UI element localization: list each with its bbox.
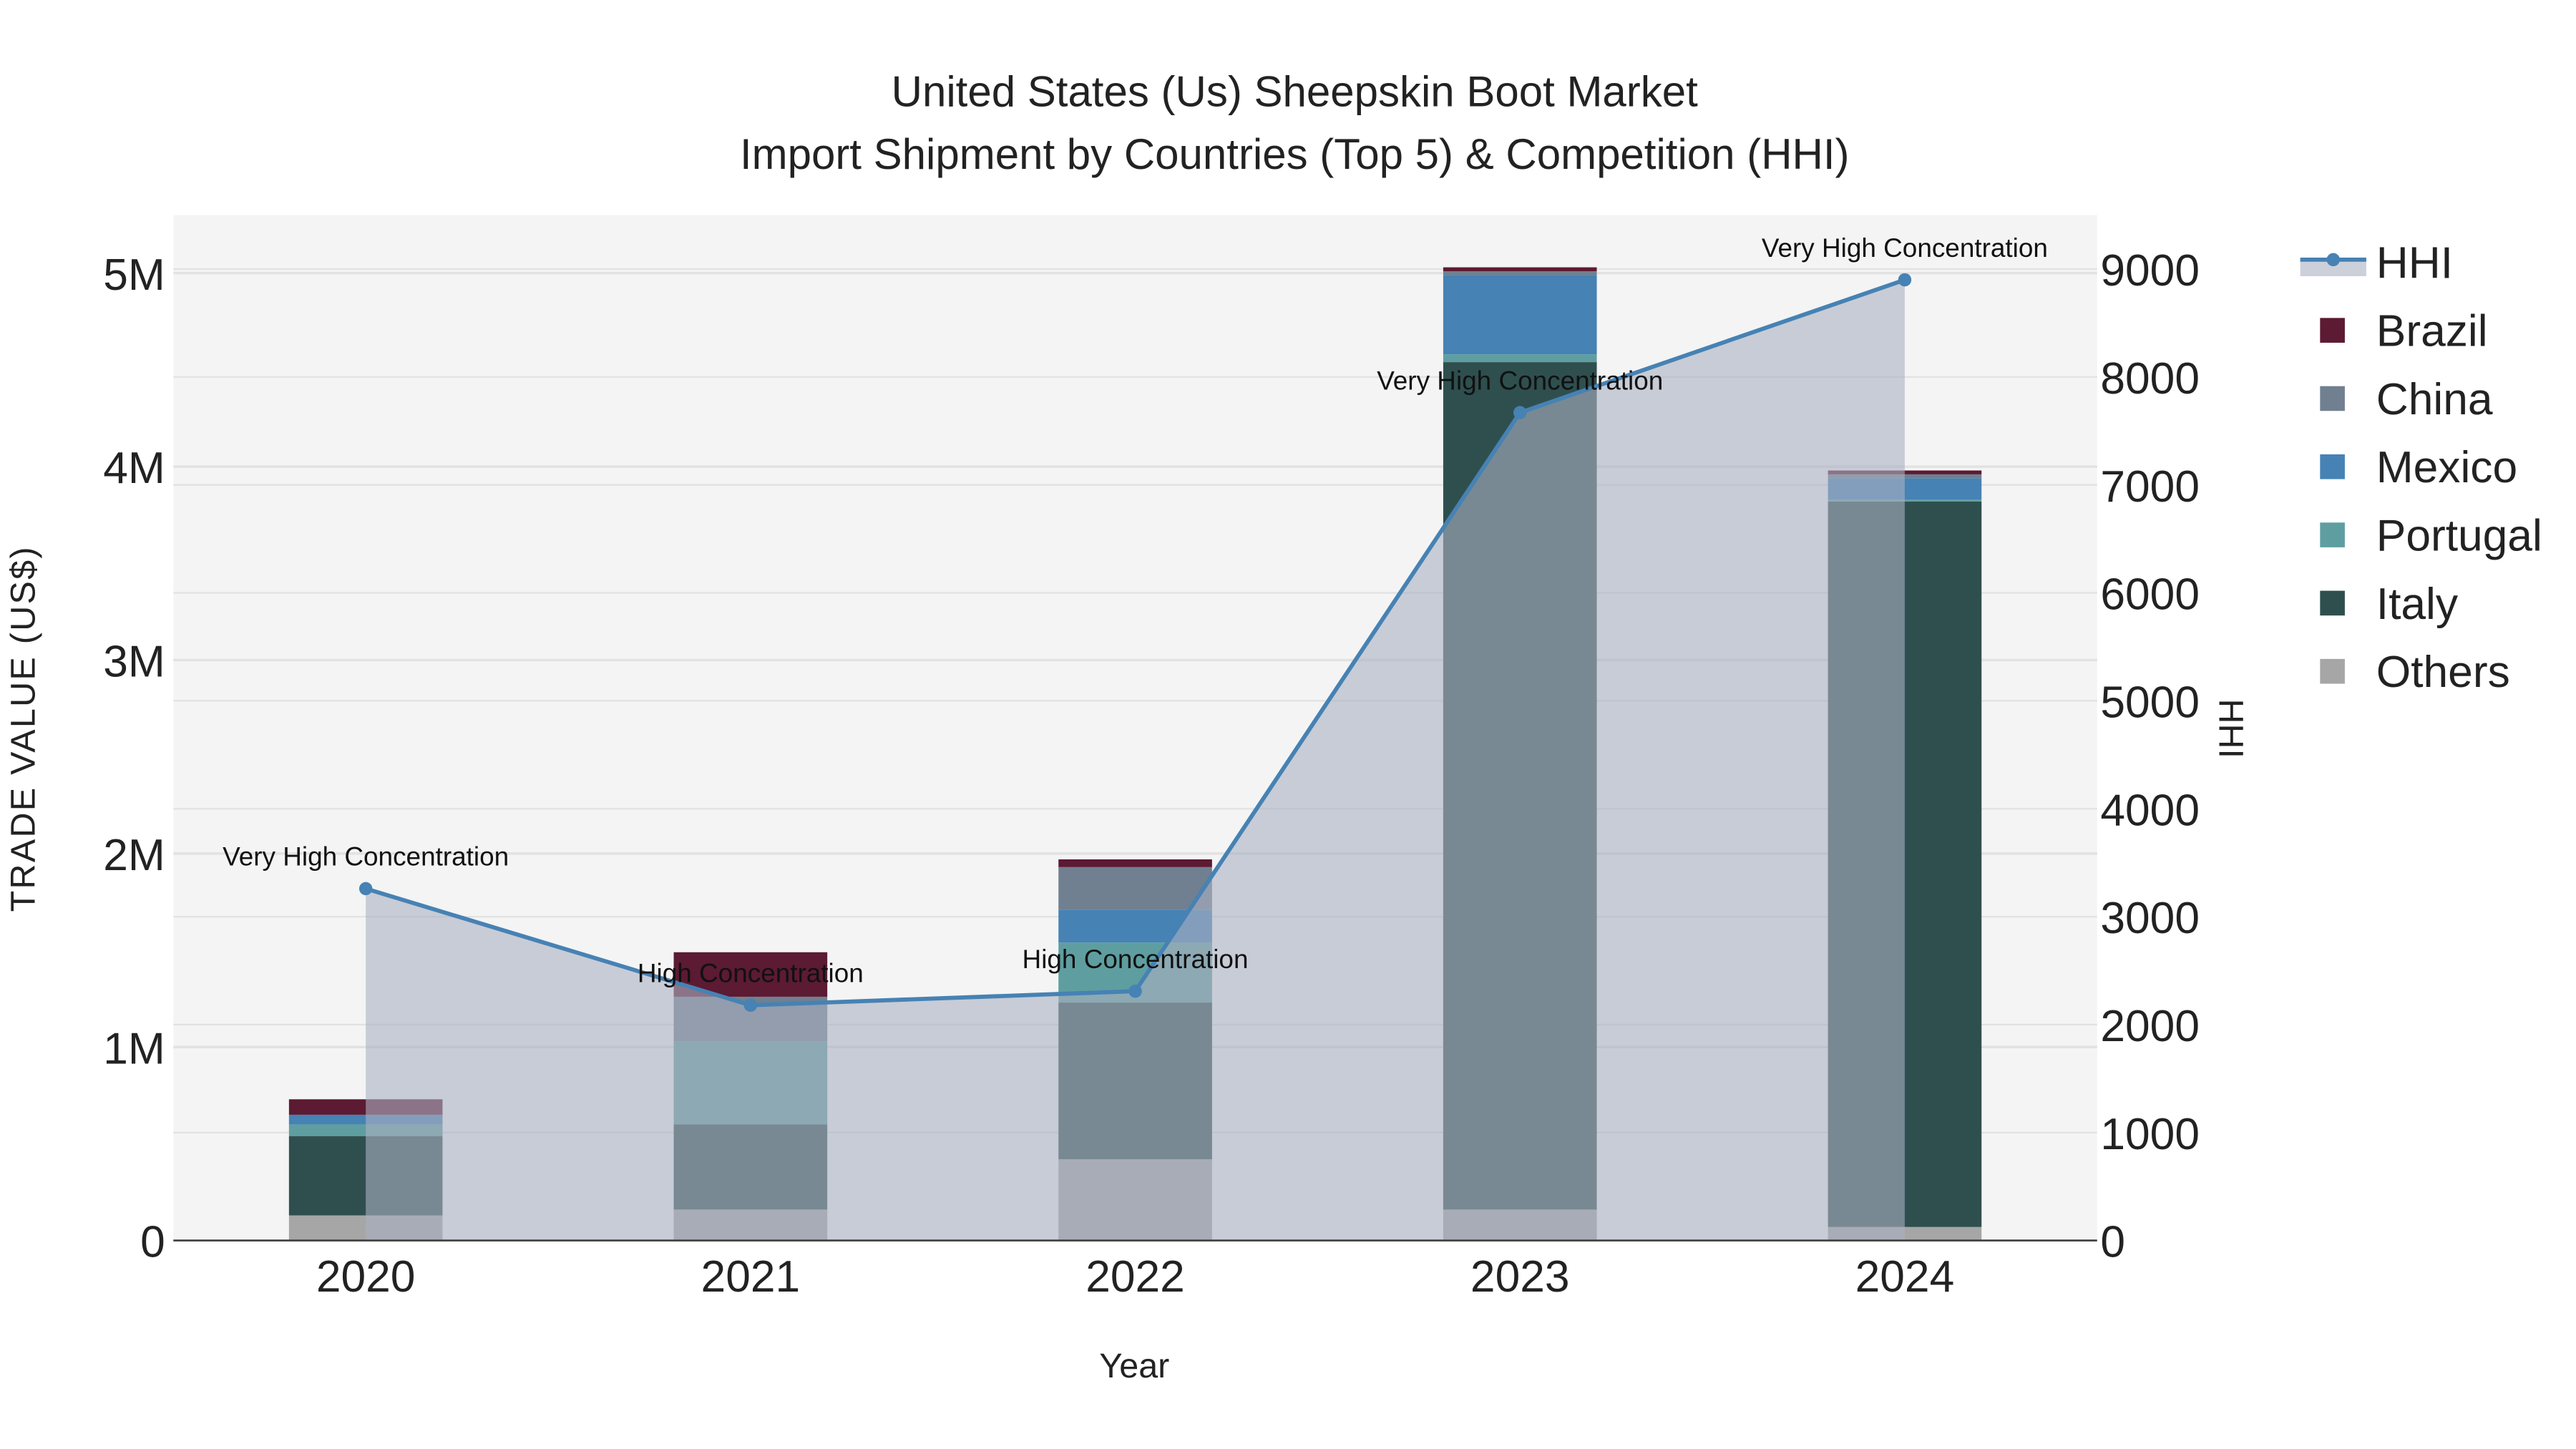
bar-brazil-2022[interactable] bbox=[1058, 859, 1212, 867]
chart: Very High Concentration High Concentratio… bbox=[4, 67, 2542, 1385]
legend-label: China bbox=[2376, 375, 2493, 424]
y-axis-label: TRADE VALUE (US$) bbox=[4, 545, 42, 912]
legend-item-mexico[interactable]: Mexico bbox=[2320, 443, 2517, 492]
legend: HHI Brazil China Mexico Portugal Italy Others bbox=[2300, 238, 2542, 697]
x-tick-label: 2022 bbox=[1085, 1252, 1185, 1302]
x-tick-label: 2020 bbox=[316, 1252, 416, 1302]
y2-tick-label: 8000 bbox=[2100, 354, 2200, 404]
y2-tick-label: 2000 bbox=[2100, 1002, 2200, 1051]
hhi-legend-marker bbox=[2326, 253, 2340, 267]
legend-swatch bbox=[2320, 318, 2345, 343]
hhi-annotation: Very High Concentration bbox=[1762, 233, 2048, 263]
y-tick-label: 4M bbox=[103, 444, 165, 493]
legend-label: Mexico bbox=[2376, 443, 2517, 492]
x-axis-label: Year bbox=[1099, 1347, 1169, 1385]
x-tick-label: 2021 bbox=[701, 1252, 801, 1302]
legend-swatch bbox=[2320, 454, 2345, 479]
y2-tick-label: 1000 bbox=[2100, 1110, 2200, 1159]
y2-tick-label: 3000 bbox=[2100, 894, 2200, 943]
legend-label: Brazil bbox=[2376, 307, 2488, 356]
bar-china-2022[interactable] bbox=[1058, 867, 1212, 910]
legend-item-italy[interactable]: Italy bbox=[2320, 580, 2459, 629]
legend-swatch bbox=[2320, 522, 2345, 547]
legend-swatch bbox=[2320, 658, 2345, 684]
bar-mexico-2023[interactable] bbox=[1443, 275, 1597, 355]
x-tick-label: 2024 bbox=[1855, 1252, 1955, 1302]
y2-tick-label: 0 bbox=[2100, 1218, 2125, 1267]
x-tick-label: 2023 bbox=[1470, 1252, 1570, 1302]
legend-label: HHI bbox=[2376, 238, 2453, 288]
hhi-annotation: High Concentration bbox=[638, 958, 864, 987]
legend-label: Italy bbox=[2376, 580, 2459, 629]
y-tick-label: 0 bbox=[140, 1218, 165, 1267]
legend-item-others[interactable]: Others bbox=[2320, 648, 2510, 697]
hhi-point-2021[interactable] bbox=[743, 998, 758, 1013]
bar-portugal-2023[interactable] bbox=[1443, 354, 1597, 363]
bar-brazil-2023[interactable] bbox=[1443, 267, 1597, 271]
chart-title: United States (Us) Sheepskin Boot Market bbox=[892, 67, 1698, 115]
legend-item-hhi[interactable]: HHI bbox=[2300, 238, 2453, 288]
hhi-annotation: High Concentration bbox=[1023, 945, 1249, 974]
y-tick-label: 1M bbox=[103, 1024, 165, 1073]
hhi-point-2023[interactable] bbox=[1513, 406, 1527, 419]
y2-axis-label: HHI bbox=[2212, 699, 2250, 758]
y2-tick-label: 7000 bbox=[2100, 462, 2200, 512]
hhi-point-2022[interactable] bbox=[1128, 984, 1142, 998]
legend-label: Portugal bbox=[2376, 512, 2542, 561]
legend-swatch bbox=[2320, 386, 2345, 411]
legend-item-portugal[interactable]: Portugal bbox=[2320, 512, 2542, 561]
hhi-point-2020[interactable] bbox=[358, 882, 373, 896]
legend-item-china[interactable]: China bbox=[2320, 375, 2493, 424]
bar-china-2023[interactable] bbox=[1443, 270, 1597, 275]
legend-swatch bbox=[2320, 590, 2345, 616]
hhi-annotation: Very High Concentration bbox=[223, 842, 509, 872]
y-tick-label: 5M bbox=[103, 250, 165, 300]
legend-item-brazil[interactable]: Brazil bbox=[2320, 307, 2488, 356]
chart-subtitle: Import Shipment by Countries (Top 5) & C… bbox=[740, 130, 1850, 178]
legend-label: Others bbox=[2376, 648, 2510, 697]
y2-tick-label: 9000 bbox=[2100, 246, 2200, 296]
y2-tick-label: 6000 bbox=[2100, 570, 2200, 620]
y2-tick-label: 5000 bbox=[2100, 678, 2200, 727]
y-tick-label: 2M bbox=[103, 831, 165, 880]
hhi-point-2024[interactable] bbox=[1898, 273, 1912, 287]
hhi-annotation: Very High Concentration bbox=[1377, 366, 1663, 395]
y-tick-label: 3M bbox=[103, 638, 165, 687]
y2-tick-label: 4000 bbox=[2100, 786, 2200, 835]
